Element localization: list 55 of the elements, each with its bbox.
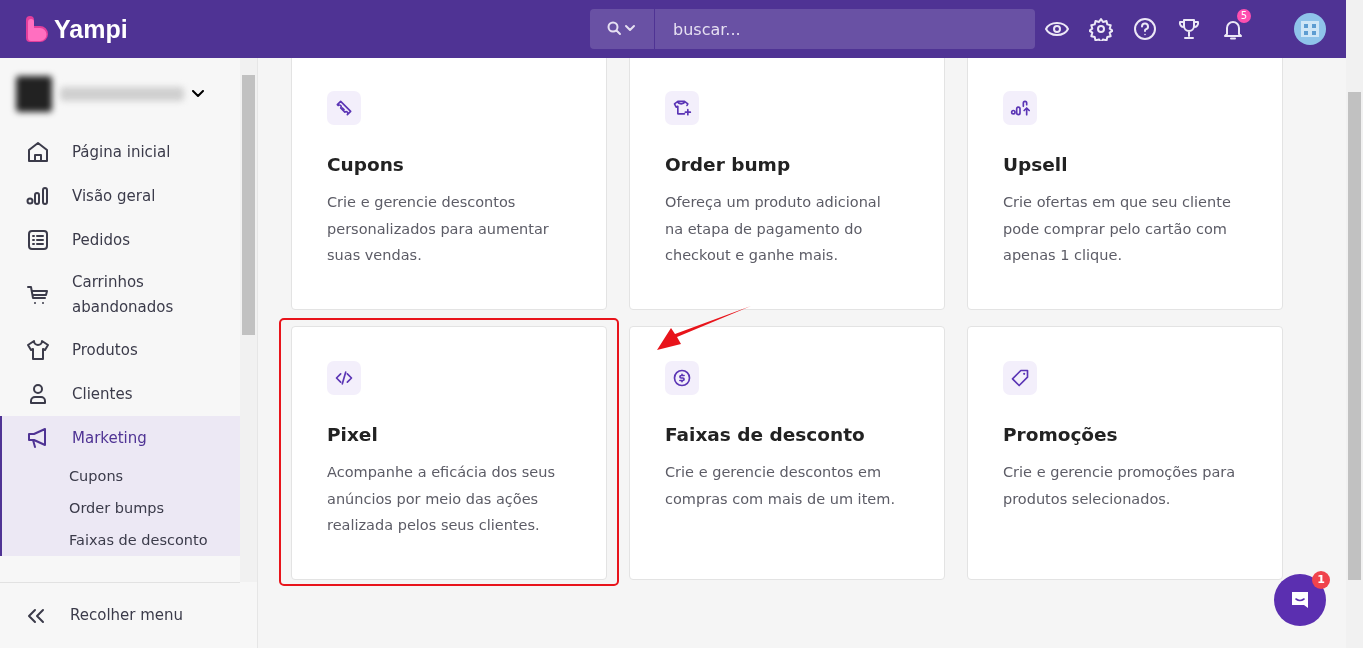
logo-icon[interactable] bbox=[24, 16, 50, 42]
collapse-menu-button[interactable]: Recolher menu bbox=[0, 582, 240, 648]
card-title: Faixas de desconto bbox=[665, 424, 866, 445]
card-description: Ofereça um produto adicional na etapa de pagamento do checkout e ganhe mais. bbox=[665, 193, 882, 265]
card-title: Pixel bbox=[327, 424, 379, 445]
feature-card[interactable]: Upsell Crie ofertas em que seu cliente pode comprar pelo cartão com apenas 1 clique. bbox=[967, 58, 1283, 310]
dollar-coin-icon bbox=[672, 368, 692, 388]
tag-icon bbox=[1010, 368, 1030, 388]
card-description: Crie e gerencie descontos personalizados para aumentar suas vendas. bbox=[327, 193, 550, 265]
blurred-store-logo bbox=[16, 76, 52, 112]
nav-item[interactable]: Visão geral bbox=[2, 174, 240, 218]
card-title: Order bump bbox=[665, 154, 792, 175]
code-icon bbox=[334, 368, 354, 388]
nav-subitem[interactable]: Cupons bbox=[2, 460, 240, 492]
card-title: Upsell bbox=[1003, 154, 1069, 175]
double-chevron-left-icon bbox=[26, 607, 46, 624]
avatar-icon[interactable] bbox=[1294, 13, 1326, 45]
scrollbar[interactable] bbox=[1346, 0, 1363, 648]
search-filter-button[interactable] bbox=[590, 9, 654, 49]
nav-item[interactable]: Produtos bbox=[2, 328, 240, 372]
shirt-plus-icon bbox=[672, 98, 692, 118]
chevron-down-icon[interactable] bbox=[192, 90, 204, 98]
nav-item[interactable]: Clientes bbox=[2, 372, 240, 416]
card-description: Crie e gerencie descontos em compras com mais de um item. bbox=[665, 463, 896, 509]
nav-item[interactable]: Carrinhos abandonados bbox=[2, 262, 240, 328]
cart-icon bbox=[26, 283, 50, 307]
scrollbar[interactable] bbox=[240, 58, 257, 582]
feature-card[interactable]: Pixel Acompanhe a eficácia dos seus anúncios por meio das ações realizada pelos seus clientes. bbox=[291, 326, 607, 580]
card-title: Promoções bbox=[1003, 424, 1119, 445]
search-icon[interactable] bbox=[607, 21, 637, 37]
settings-icon[interactable] bbox=[1089, 17, 1113, 41]
home-icon bbox=[26, 140, 50, 164]
ticket-icon bbox=[334, 98, 354, 118]
card-description: Crie e gerencie promoções para produtos selecionados. bbox=[1003, 463, 1237, 509]
nav-subitem[interactable]: Order bumps bbox=[2, 492, 240, 524]
card-description: Acompanhe a eficácia dos seus anúncios por meio das ações realizada pelos seus clientes. bbox=[327, 463, 556, 535]
feature-card[interactable]: Cupons Crie e gerencie descontos personalizados para aumentar suas vendas. bbox=[291, 58, 607, 310]
help-icon[interactable] bbox=[1133, 17, 1157, 41]
nav-subitem[interactable]: Faixas de desconto bbox=[2, 524, 240, 556]
nav-item[interactable]: Página inicial bbox=[2, 130, 240, 174]
feature-card[interactable]: Faixas de desconto Crie e gerencie descontos em compras com mais de um item. bbox=[629, 326, 945, 580]
feature-card[interactable]: Order bump Ofereça um produto adicional na etapa de pagamento do checkout e ganhe mais. bbox=[629, 58, 945, 310]
list-icon bbox=[26, 228, 50, 252]
chat-badge: 1 bbox=[1312, 571, 1330, 589]
trophy-icon[interactable] bbox=[1177, 17, 1201, 41]
nav-item[interactable]: Pedidos bbox=[2, 218, 240, 262]
nav-item[interactable]: Marketing bbox=[2, 416, 240, 460]
notification-badge: 5 bbox=[1237, 9, 1251, 23]
card-title: Cupons bbox=[327, 154, 405, 175]
shirt-icon bbox=[26, 338, 50, 362]
growth-chart-icon bbox=[1010, 98, 1030, 118]
card-description: Crie ofertas em que seu cliente pode comprar pelo cartão com apenas 1 clique. bbox=[1003, 193, 1232, 265]
feature-card[interactable]: Promoções Crie e gerencie promoções para produtos selecionados. bbox=[967, 326, 1283, 580]
bar-chart-icon bbox=[26, 184, 50, 208]
brand-name[interactable]: Yampi bbox=[54, 14, 128, 44]
